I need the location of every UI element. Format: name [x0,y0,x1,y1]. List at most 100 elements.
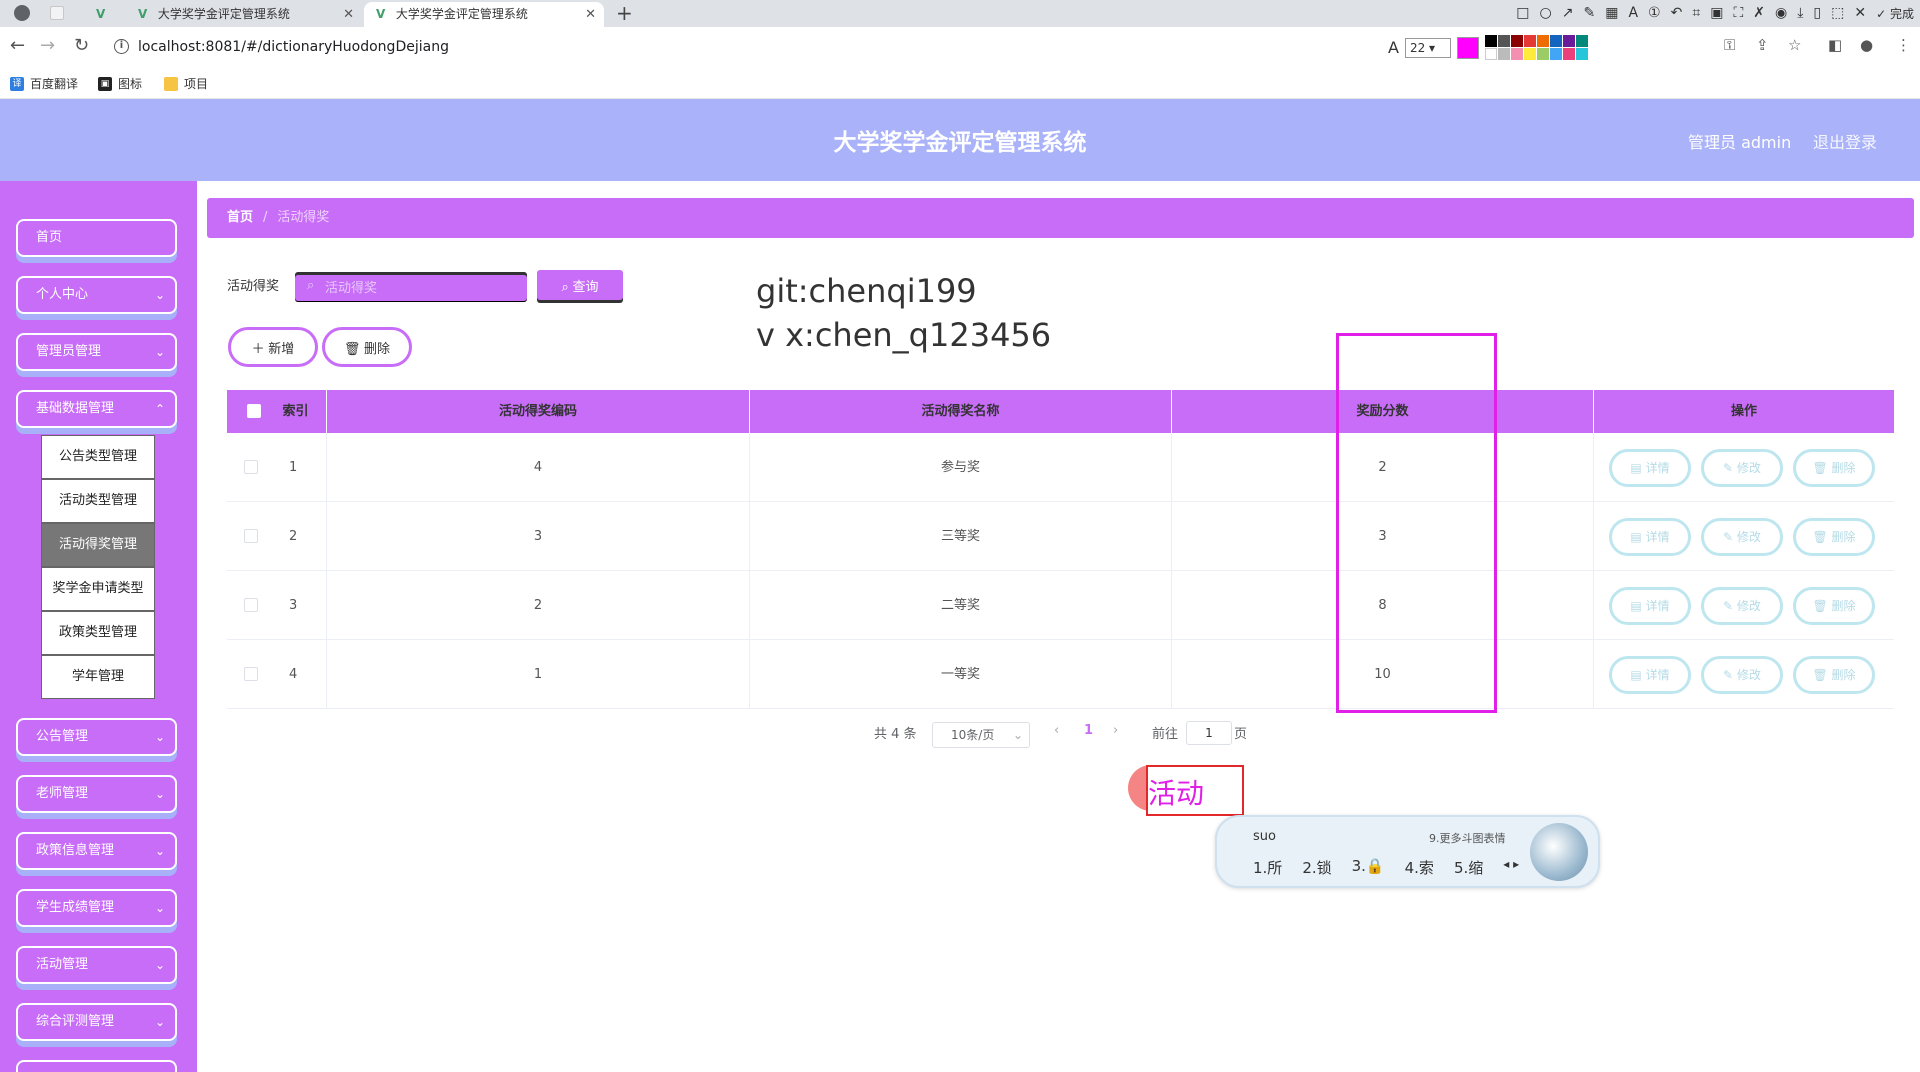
forward-icon[interactable]: → [40,35,55,56]
edit-button[interactable]: ✎ 修改 [1701,449,1783,487]
browser-tab-2[interactable]: V 大学奖学金评定管理系统 ✕ [364,2,604,27]
row-checkbox[interactable] [244,529,258,543]
search-input[interactable] [295,272,527,302]
text-tool-icon[interactable]: A [1628,5,1638,21]
bookmark-icons[interactable]: ▣ 图标 [98,75,142,92]
font-size-select[interactable]: 22 ▾ [1404,37,1451,58]
scan-icon[interactable]: ⛶ [1733,5,1743,21]
row-delete-button[interactable]: 🗑 删除 [1793,587,1875,625]
annotation-highlight-box [1336,333,1497,713]
row-checkbox[interactable] [244,460,258,474]
folder-icon [164,76,178,91]
done-button[interactable]: ✓ 完成 [1876,5,1914,22]
share-icon[interactable]: ⇪ [1756,36,1769,54]
pen-tool-icon[interactable]: ✎ [1583,5,1595,21]
menu-icon[interactable]: ⋮ [1896,36,1911,54]
breadcrumb-home[interactable]: 首页 [227,210,253,225]
color-palette[interactable] [1484,35,1588,60]
edit-button[interactable]: ✎ 修改 [1701,656,1783,694]
site-info-icon[interactable]: i [114,39,129,54]
column-header-code[interactable]: 活动得奖编码 [327,390,750,433]
record-icon[interactable]: ◉ [1775,5,1787,21]
ime-candidate[interactable]: 2.锁 [1302,857,1331,878]
logout-link[interactable]: 退出登录 [1813,129,1877,153]
arrow-tool-icon[interactable]: ↗ [1562,5,1574,21]
prev-page-icon[interactable]: ‹ [1054,723,1059,738]
submenu-policy-type[interactable]: 政策类型管理 [41,611,155,655]
ime-more-option[interactable]: 9.更多斗图表情 [1429,830,1506,846]
ime-candidate[interactable]: 4.索 [1405,857,1434,878]
profile-icon[interactable]: ● [1860,36,1873,54]
page-size-select[interactable]: 10条/页 ⌄ [932,722,1030,748]
sidebar-item-policies[interactable]: 政策信息管理 ⌄ [16,832,177,870]
circle-tool-icon[interactable]: ○ [1540,5,1552,21]
sidebar-item-grades[interactable]: 学生成绩管理 ⌄ [16,889,177,927]
query-button[interactable]: ⌕ 查询 [537,270,623,300]
star-icon[interactable]: ☆ [1788,36,1801,54]
detail-button[interactable]: ▤ 详情 [1609,656,1691,694]
undo-icon[interactable]: ↶ [1671,5,1683,21]
sidebar-item-more[interactable] [16,1060,177,1072]
current-page[interactable]: 1 [1084,723,1093,738]
row-delete-button[interactable]: 🗑 删除 [1793,656,1875,694]
edit-label: 修改 [1736,461,1761,475]
reload-icon[interactable]: ↻ [74,35,89,56]
pinned-vue-tab[interactable]: V [92,2,116,27]
phone-icon[interactable]: ▯ [1813,5,1821,21]
column-header-index[interactable]: 索引 [265,390,327,433]
bulk-delete-button[interactable]: 🗑 删除 [322,327,412,367]
sidebar-item-base-data[interactable]: 基础数据管理 ⌃ [16,390,177,428]
ime-page-arrows-icon[interactable]: ◂ ▸ [1503,857,1519,878]
sidebar-item-home[interactable]: 首页 [16,219,177,257]
sidebar-item-notices[interactable]: 公告管理 ⌄ [16,718,177,756]
submenu-school-year[interactable]: 学年管理 [41,655,155,699]
download-icon[interactable]: ⤓ [1797,5,1803,21]
current-color-swatch[interactable] [1456,36,1479,59]
crop-icon[interactable]: ⌗ [1692,5,1700,21]
bookmark-icon[interactable]: ⬚ [1831,5,1844,21]
row-delete-button[interactable]: 🗑 删除 [1793,449,1875,487]
row-checkbox[interactable] [244,667,258,681]
detail-button[interactable]: ▤ 详情 [1609,587,1691,625]
sidebar-item-activities[interactable]: 活动管理 ⌄ [16,946,177,984]
edit-button[interactable]: ✎ 修改 [1701,518,1783,556]
detail-button[interactable]: ▤ 详情 [1609,449,1691,487]
submenu-notice-type[interactable]: 公告类型管理 [41,435,155,479]
close-capture-icon[interactable]: ✕ [1854,5,1866,21]
tab-title: 大学奖学金评定管理系统 [157,7,290,21]
edit-button[interactable]: ✎ 修改 [1701,587,1783,625]
submenu-activity-type[interactable]: 活动类型管理 [41,479,155,523]
bookmark-projects[interactable]: 项目 [164,75,208,92]
detail-button[interactable]: ▤ 详情 [1609,518,1691,556]
goto-page-input[interactable]: 1 [1186,721,1232,745]
close-tab-icon[interactable]: ✕ [343,2,354,27]
address-bar[interactable]: i localhost:8081/#/dictionaryHuodongDeji… [110,33,1370,61]
key-icon[interactable]: ⚿ [1724,36,1735,54]
back-icon[interactable]: ← [10,35,25,56]
mosaic-tool-icon[interactable]: ▦ [1605,5,1618,21]
sidebar-item-profile[interactable]: 个人中心 ⌄ [16,276,177,314]
column-header-name[interactable]: 活动得奖名称 [750,390,1172,433]
row-checkbox[interactable] [244,598,258,612]
sidebar-item-teachers[interactable]: 老师管理 ⌄ [16,775,177,813]
pinned-tab-icon[interactable] [50,6,64,20]
ime-candidate[interactable]: 1.所 [1253,857,1282,878]
ime-candidate[interactable]: 5.缩 [1454,857,1483,878]
sidebar-item-admins[interactable]: 管理员管理 ⌄ [16,333,177,371]
sidebar-item-evaluation[interactable]: 综合评测管理 ⌄ [16,1003,177,1041]
ime-candidate[interactable]: 3.🔒 [1352,857,1385,878]
close-tab-icon[interactable]: ✕ [585,2,596,27]
bookmark-baidu-translate[interactable]: 译百度翻译 [10,75,78,92]
number-tool-icon[interactable]: ① [1648,5,1661,21]
next-page-icon[interactable]: › [1113,723,1118,738]
pin-icon[interactable]: ✗ [1753,5,1765,21]
add-button[interactable]: ＋ 新增 [228,327,318,367]
row-delete-button[interactable]: 🗑 删除 [1793,518,1875,556]
side-panel-icon[interactable]: ◧ [1828,36,1842,54]
ocr-icon[interactable]: ▣ [1710,5,1723,21]
submenu-activity-award[interactable]: 活动得奖管理 [41,523,155,567]
new-tab-button[interactable]: + [616,1,633,25]
rectangle-tool-icon[interactable]: □ [1516,5,1529,21]
browser-tab-1[interactable]: V 大学奖学金评定管理系统 ✕ [126,2,362,27]
submenu-scholarship-type[interactable]: 奖学金申请类型 [41,567,155,611]
